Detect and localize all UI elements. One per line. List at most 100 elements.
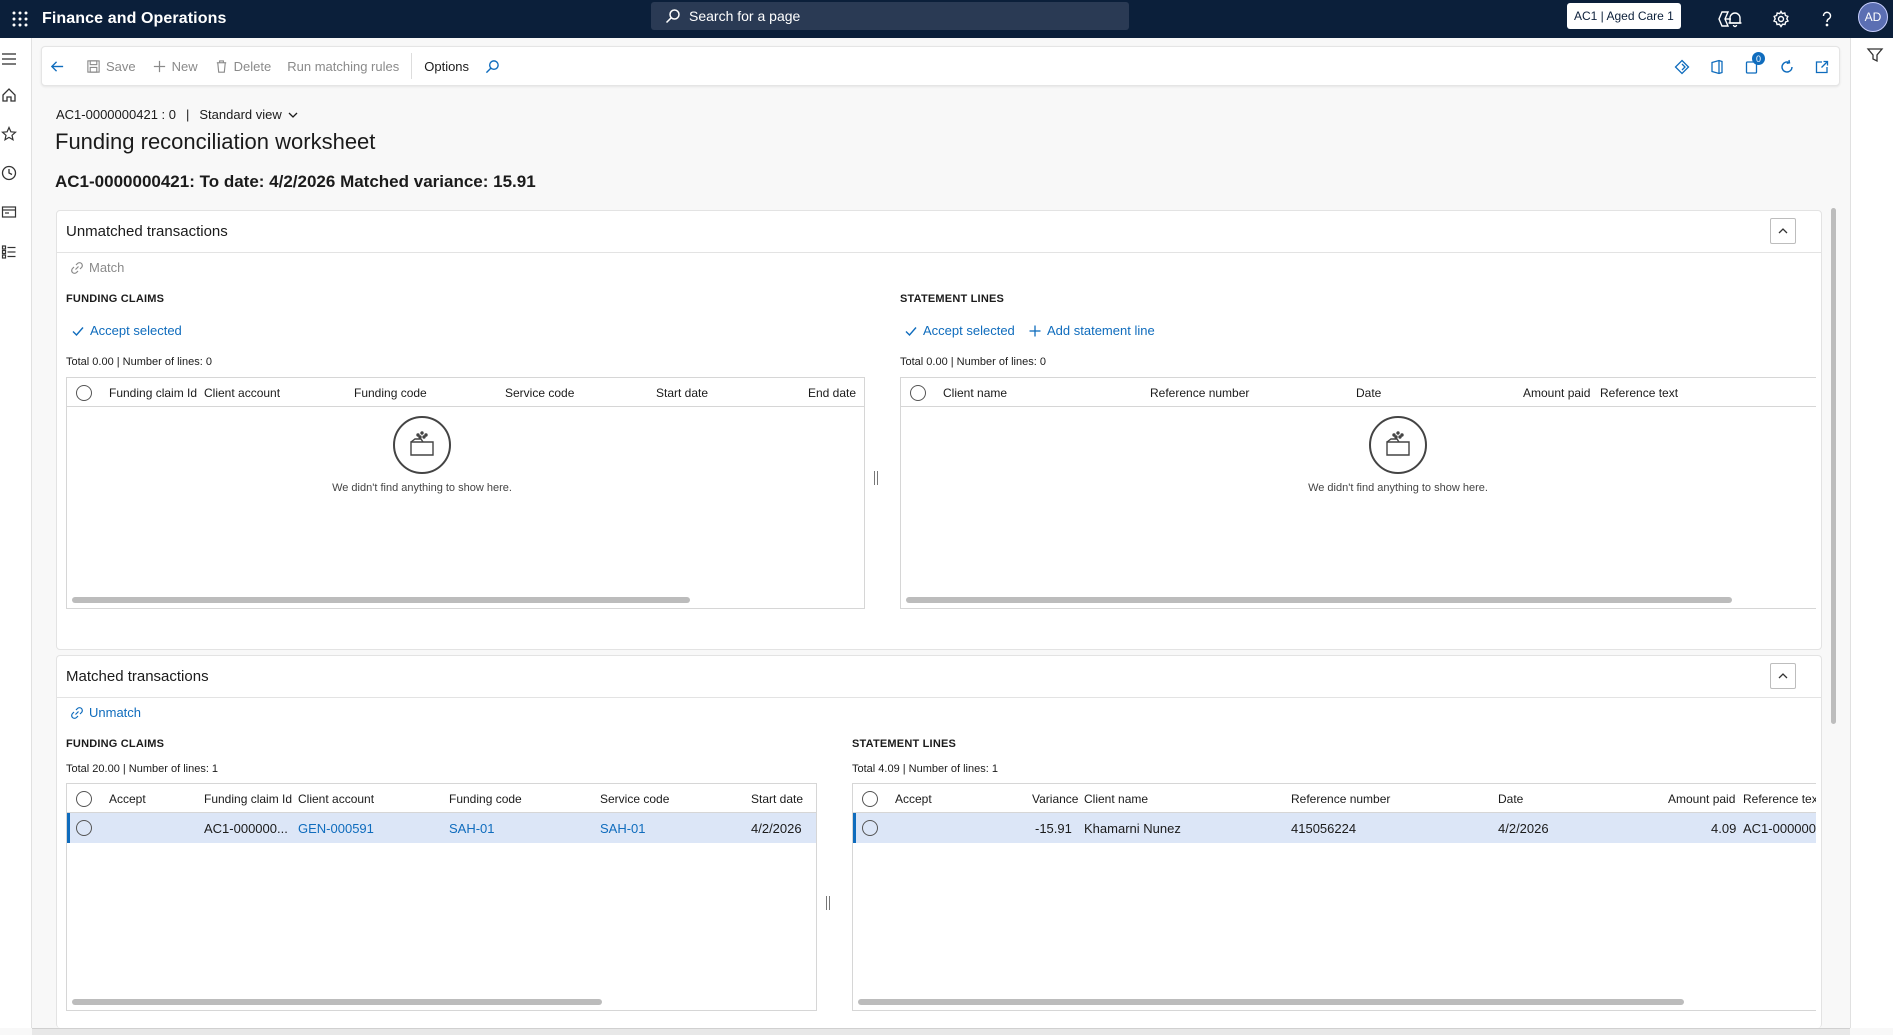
cell-funding-code-link[interactable]: SAH-01 [449, 821, 495, 836]
breadcrumb: AC1-0000000421 : 0 | Standard view [56, 107, 299, 122]
help-icon[interactable] [1814, 6, 1840, 32]
column-header-funding-claim-id[interactable]: Funding claim Id [109, 386, 197, 400]
favorites-star-icon[interactable] [0, 125, 18, 143]
unmatched-transactions-fasttab: Unmatched transactions Match FUNDING CLA… [56, 210, 1822, 650]
column-header-date[interactable]: Date [1356, 386, 1381, 400]
horizontal-scrollbar[interactable] [906, 597, 1732, 603]
table-row[interactable]: -15.91 Khamarni Nunez 415056224 4/2/2026… [853, 813, 1816, 843]
record-id: AC1-0000000421 : 0 [56, 107, 176, 122]
horizontal-scrollbar[interactable] [72, 999, 602, 1005]
avatar[interactable]: AD [1858, 2, 1888, 32]
column-header-date[interactable]: Date [1498, 792, 1523, 806]
column-header-funding-code[interactable]: Funding code [449, 792, 522, 806]
column-header-reference-number[interactable]: Reference number [1150, 386, 1249, 400]
open-in-new-window-icon[interactable] [1812, 57, 1832, 77]
office-icon[interactable] [1707, 57, 1727, 77]
table-row[interactable]: AC1-000000... GEN-000591 SAH-01 SAH-01 4… [67, 813, 816, 843]
column-header-variance[interactable]: Variance [1032, 792, 1078, 806]
match-button[interactable]: Match [70, 260, 124, 275]
cell-client-account-link[interactable]: GEN-000591 [298, 821, 374, 836]
unmatched-statement-lines-label: STATEMENT LINES [900, 293, 1005, 305]
matched-transactions-fasttab: Matched transactions Unmatch FUNDING CLA… [56, 655, 1822, 1028]
view-selector[interactable]: Standard view [199, 107, 281, 122]
column-header-start-date[interactable]: Start date [751, 792, 803, 806]
collapse-matched-button[interactable] [1770, 663, 1796, 689]
accept-selected-statement-lines-button[interactable]: Accept selected [904, 323, 1015, 338]
find-button[interactable] [477, 47, 513, 85]
horizontal-scrollbar[interactable] [858, 999, 1684, 1005]
unmatched-transactions-title: Unmatched transactions [66, 223, 228, 240]
link-icon [71, 261, 83, 274]
cell-client-name: Khamarni Nunez [1084, 821, 1181, 836]
save-button[interactable]: Save [78, 47, 144, 85]
select-all-radio[interactable] [76, 791, 92, 807]
column-header-reference-number[interactable]: Reference number [1291, 792, 1390, 806]
page-scrollbar-thumb[interactable] [1831, 208, 1836, 724]
back-button[interactable] [42, 47, 78, 85]
column-header-reference-text[interactable]: Reference text [1600, 386, 1678, 400]
notification-bell-icon[interactable] [1722, 6, 1748, 32]
column-header-client-name[interactable]: Client name [1084, 792, 1148, 806]
cell-variance: -15.91 [1035, 821, 1072, 836]
hamburger-menu-icon[interactable] [0, 50, 18, 68]
workspaces-icon[interactable] [0, 203, 18, 221]
attachments-icon[interactable]: 0 [1742, 52, 1765, 77]
column-header-funding-claim-id[interactable]: Funding claim Id [204, 792, 292, 806]
options-tab[interactable]: Options [416, 47, 477, 85]
pane-splitter-handle[interactable] [874, 471, 878, 485]
delete-label: Delete [233, 58, 272, 74]
grid-header-row: Funding claim Id Client account Funding … [67, 378, 864, 407]
filter-icon[interactable] [1866, 46, 1884, 64]
modules-list-icon[interactable] [0, 243, 18, 261]
delete-button[interactable]: Delete [206, 47, 280, 85]
column-header-client-account[interactable]: Client account [298, 792, 374, 806]
chevron-down-icon[interactable] [287, 109, 299, 121]
unmatch-button[interactable]: Unmatch [70, 705, 141, 720]
column-header-client-name[interactable]: Client name [943, 386, 1007, 400]
grid-header-row: Client name Reference number Date Amount… [901, 378, 1816, 407]
search-icon [485, 59, 499, 73]
matched-funding-claims-totals: Total 20.00 | Number of lines: 1 [66, 763, 219, 775]
column-header-accept[interactable]: Accept [895, 792, 932, 806]
search-input[interactable]: Search for a page [651, 2, 1129, 30]
gear-icon[interactable] [1768, 6, 1794, 32]
app-title[interactable]: Finance and Operations [42, 10, 226, 28]
company-picker[interactable]: AC1 | Aged Care 1 [1567, 3, 1681, 29]
unmatched-statement-lines-grid: Client name Reference number Date Amount… [900, 377, 1816, 609]
run-matching-rules-button[interactable]: Run matching rules [279, 47, 407, 85]
pane-splitter-handle[interactable] [826, 896, 830, 910]
select-all-radio[interactable] [910, 385, 926, 401]
app-launcher-icon[interactable] [0, 0, 40, 38]
search-icon [665, 9, 680, 24]
recent-clock-icon[interactable] [0, 164, 18, 182]
column-header-amount-paid[interactable]: Amount paid [1668, 792, 1735, 806]
row-select-radio[interactable] [862, 820, 878, 836]
add-statement-line-button[interactable]: Add statement line [1028, 323, 1155, 338]
horizontal-scrollbar[interactable] [72, 597, 690, 603]
new-button[interactable]: New [144, 47, 206, 85]
select-all-radio[interactable] [862, 791, 878, 807]
matched-transactions-header[interactable]: Matched transactions [57, 656, 1821, 698]
column-header-service-code[interactable]: Service code [600, 792, 669, 806]
select-all-radio[interactable] [76, 385, 92, 401]
accept-selected-funding-claims-button[interactable]: Accept selected [71, 323, 182, 338]
column-header-start-date[interactable]: Start date [656, 386, 708, 400]
column-header-funding-code[interactable]: Funding code [354, 386, 427, 400]
empty-folder-icon [1369, 416, 1427, 474]
column-header-amount-paid[interactable]: Amount paid [1523, 386, 1590, 400]
refresh-icon[interactable] [1777, 57, 1797, 77]
right-rail [1850, 38, 1893, 1028]
cell-service-code-link[interactable]: SAH-01 [600, 821, 646, 836]
column-header-accept[interactable]: Accept [109, 792, 146, 806]
chevron-up-icon [1778, 673, 1788, 679]
column-header-client-account[interactable]: Client account [204, 386, 280, 400]
column-header-end-date[interactable]: End date [808, 386, 856, 400]
column-header-reference-text[interactable]: Reference text [1743, 792, 1816, 806]
home-icon[interactable] [0, 86, 18, 104]
collapse-unmatched-button[interactable] [1770, 218, 1796, 244]
unmatched-statement-lines-totals: Total 0.00 | Number of lines: 0 [900, 356, 1046, 368]
row-select-radio[interactable] [76, 820, 92, 836]
power-apps-icon[interactable] [1672, 57, 1692, 77]
column-header-service-code[interactable]: Service code [505, 386, 574, 400]
unmatched-transactions-header[interactable]: Unmatched transactions [57, 211, 1821, 253]
